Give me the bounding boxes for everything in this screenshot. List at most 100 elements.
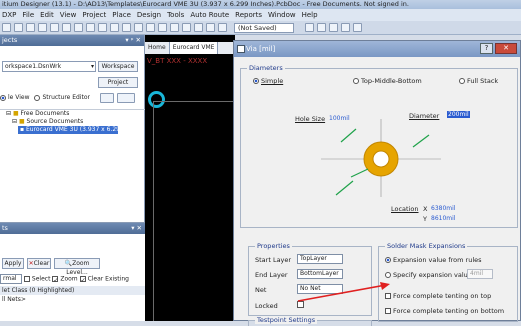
- route-icon[interactable]: [305, 23, 314, 32]
- pcb-canvas[interactable]: V_BT XXX - XXXX: [145, 35, 235, 321]
- via-dialog-title: Via [mil]: [234, 41, 520, 57]
- solder-mask-legend: Solder Mask Expansions: [385, 242, 468, 250]
- tree-folder[interactable]: ⊟ ■ Source Documents: [0, 118, 145, 126]
- new-icon[interactable]: [2, 23, 11, 32]
- grid-icon[interactable]: [170, 23, 179, 32]
- tree-root-label: Free Documents: [20, 110, 70, 117]
- highlight-icon[interactable]: [206, 23, 215, 32]
- redo-icon[interactable]: [122, 23, 131, 32]
- via-diagram: [321, 119, 441, 197]
- copy-icon[interactable]: [86, 23, 95, 32]
- rule-icon[interactable]: [182, 23, 191, 32]
- folder-menu-icon[interactable]: [117, 93, 135, 103]
- cross-probe-icon[interactable]: [158, 23, 167, 32]
- apply-button[interactable]: Apply: [2, 258, 24, 269]
- view-options-icon[interactable]: [100, 93, 114, 103]
- workspace-button[interactable]: Workspace: [98, 61, 138, 72]
- structure-editor-label: Structure Editor: [42, 94, 91, 101]
- panel-controls-icon[interactable]: ▾ ᵖ ✕: [125, 35, 141, 46]
- clear-button[interactable]: ✕Clear: [27, 258, 51, 269]
- menu-tools[interactable]: Tools: [167, 11, 184, 19]
- menu-view[interactable]: View: [60, 11, 77, 19]
- location-label: Location: [391, 205, 419, 213]
- layer-icon[interactable]: [194, 23, 203, 32]
- start-layer-select[interactable]: TopLayer: [297, 254, 343, 264]
- filter-icon[interactable]: [218, 23, 227, 32]
- annotation-arrow: [297, 282, 390, 302]
- top-middle-bottom-option[interactable]: Top-Middle-Bottom: [353, 77, 422, 85]
- print-icon[interactable]: [38, 23, 47, 32]
- menu-edit[interactable]: Edit: [40, 11, 54, 19]
- menu-file[interactable]: File: [22, 11, 34, 19]
- menu-dxp[interactable]: DXP: [2, 11, 16, 19]
- top-middle-bottom-radio[interactable]: [353, 78, 359, 84]
- locked-label: Locked: [255, 302, 278, 310]
- diameters-group: Diameters Simple Top-Middle-Bottom Full …: [240, 64, 518, 228]
- text-icon[interactable]: [353, 23, 362, 32]
- select-checkbox[interactable]: [23, 276, 30, 282]
- specify-expansion-input[interactable]: 4mil: [467, 269, 493, 279]
- tree-file-selected[interactable]: ▪ Eurocard VME 3U (3.937 x 6.29: [18, 126, 120, 134]
- tab-eurocard[interactable]: Eurocard VME: [169, 42, 219, 54]
- open-icon[interactable]: [14, 23, 23, 32]
- tree-file-label: Eurocard VME 3U (3.937 x 6.29: [26, 126, 120, 133]
- pcb-panel-title: ts: [2, 224, 8, 232]
- simple-option[interactable]: Simple: [253, 77, 283, 85]
- tab-home[interactable]: Home: [145, 42, 170, 54]
- diameters-legend: Diameters: [247, 64, 285, 72]
- all-nets-item[interactable]: ll Nets>: [2, 296, 26, 303]
- clear-label: Clear: [33, 260, 50, 267]
- project-button[interactable]: Project: [98, 77, 138, 88]
- file-view-radio[interactable]: [0, 94, 6, 101]
- paste-icon[interactable]: [98, 23, 107, 32]
- tent-bottom-checkbox[interactable]: [385, 308, 391, 314]
- via-icon[interactable]: [317, 23, 326, 32]
- menu-project[interactable]: Project: [82, 11, 106, 19]
- collapse-icon[interactable]: ⊟: [12, 118, 17, 125]
- cut-icon[interactable]: [74, 23, 83, 32]
- menu-help[interactable]: Help: [302, 11, 318, 19]
- collapse-icon[interactable]: ⊟: [6, 110, 11, 117]
- tent-bottom-option[interactable]: Force complete tenting on bottom: [385, 307, 504, 315]
- location-x-value[interactable]: 6380mil: [431, 205, 455, 212]
- tent-bottom-label: Force complete tenting on bottom: [393, 307, 505, 315]
- specify-expansion-option[interactable]: Specify expansion value: [385, 271, 472, 279]
- simple-radio[interactable]: [253, 78, 259, 84]
- arc-icon[interactable]: [341, 23, 350, 32]
- expansion-rules-option[interactable]: Expansion value from rules: [385, 256, 482, 264]
- zoom-checkbox[interactable]: ✓: [52, 276, 58, 284]
- board-outline: [153, 101, 233, 321]
- tree-root[interactable]: ⊟ ■ Free Documents: [0, 110, 145, 118]
- close-icon[interactable]: ✕: [495, 43, 517, 54]
- menu-reports[interactable]: Reports: [235, 11, 262, 19]
- move-icon[interactable]: [146, 23, 155, 32]
- zoom-fit-icon[interactable]: [62, 23, 71, 32]
- zoom-level-button[interactable]: 🔍Zoom Level...: [54, 258, 100, 276]
- mode-select[interactable]: rmal: [0, 274, 22, 284]
- save-icon[interactable]: [26, 23, 35, 32]
- menu-auto-route[interactable]: Auto Route: [190, 11, 229, 19]
- undo-icon[interactable]: [110, 23, 119, 32]
- arrow-shaft: [297, 284, 387, 302]
- location-y-value[interactable]: 8610mil: [431, 215, 455, 222]
- expansion-rules-radio[interactable]: [385, 257, 391, 263]
- menu-design[interactable]: Design: [137, 11, 161, 19]
- zoom-icon[interactable]: [50, 23, 59, 32]
- tent-top-option[interactable]: Force complete tenting on top: [385, 292, 491, 300]
- full-stack-radio[interactable]: [459, 78, 465, 84]
- help-button[interactable]: ?: [480, 43, 493, 54]
- pad-icon[interactable]: [329, 23, 338, 32]
- panel-controls-icon[interactable]: ▾ ✕: [131, 223, 142, 234]
- window-title: itium Designer (13.1) - D:\AD13\Template…: [0, 0, 521, 9]
- select-icon[interactable]: [134, 23, 143, 32]
- workspace-select[interactable]: orkspace1.DsnWrk ▾: [2, 61, 96, 72]
- save-state-text: (Not Saved): [234, 22, 294, 33]
- start-layer-label: Start Layer: [255, 256, 292, 264]
- tent-top-label: Force complete tenting on top: [393, 292, 492, 300]
- structure-editor-radio[interactable]: [34, 94, 41, 101]
- full-stack-option[interactable]: Full Stack: [459, 77, 498, 85]
- select-label: Select: [31, 275, 51, 283]
- clear-existing-checkbox[interactable]: ✓: [79, 276, 86, 284]
- menu-place[interactable]: Place: [112, 11, 131, 19]
- menu-window[interactable]: Window: [268, 11, 296, 19]
